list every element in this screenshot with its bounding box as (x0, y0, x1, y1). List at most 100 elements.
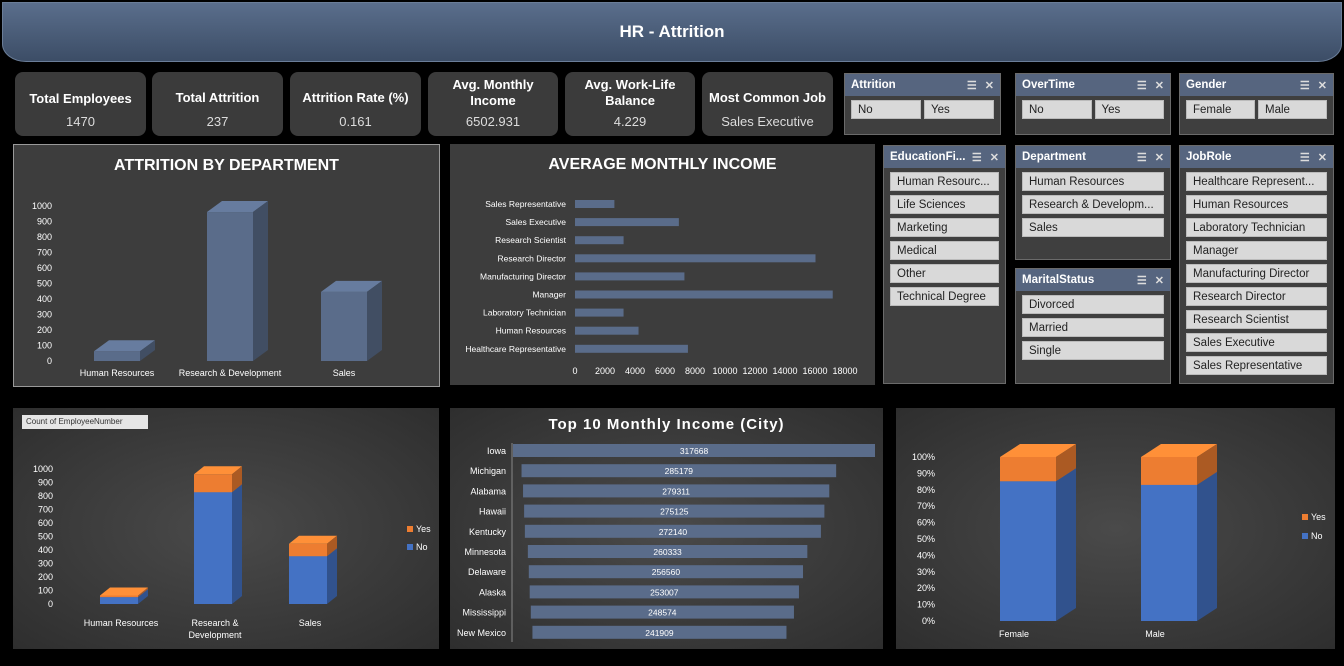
slicer-item-no[interactable]: No (851, 100, 921, 119)
slicer-overtime[interactable]: OverTime ☰ ✕ No Yes (1015, 73, 1171, 135)
slicer-education-field[interactable]: EducationFi... ☰ ✕ Human Resourc... Life S… (883, 145, 1006, 384)
slicer-item[interactable]: Research & Developm... (1022, 195, 1164, 214)
chart-attrition-stacked[interactable]: Count of EmployeeNumber 0 100 200 300 400 500… (13, 408, 439, 649)
kpi-attrition-rate: Attrition Rate (%) 0.161 (290, 72, 421, 136)
multi-select-icon[interactable]: ☰ (967, 79, 977, 92)
clear-filter-icon[interactable]: ✕ (985, 79, 994, 92)
y-tick-label: 800 (38, 491, 53, 501)
kpi-avg-work-life-balance: Avg. Work-Life Balance 4.229 (565, 72, 695, 136)
slicer-item[interactable]: Divorced (1022, 295, 1164, 314)
multi-select-icon[interactable]: ☰ (1300, 151, 1310, 164)
y-tick-label: Research Director (498, 253, 567, 263)
y-tick-label: 40% (917, 550, 935, 560)
slicer-title: Department (1022, 151, 1086, 163)
slicer-attrition[interactable]: Attrition ☰ ✕ No Yes (844, 73, 1001, 135)
slicer-item[interactable]: Technical Degree (890, 287, 999, 306)
bar (575, 272, 685, 281)
kpi-value: 1470 (66, 114, 95, 129)
slicer-item[interactable]: Single (1022, 341, 1164, 360)
slicer-item[interactable]: Sales (1022, 218, 1164, 237)
y-tick-label: 30% (917, 567, 935, 577)
slicer-item[interactable]: Married (1022, 318, 1164, 337)
slicer-item[interactable]: Manager (1186, 241, 1327, 260)
slicer-item[interactable]: Healthcare Represent... (1186, 172, 1327, 191)
chart-gender-attrition[interactable]: 0% 10% 20% 30% 40% 50% 60% 70% 80% 90% 100% Female M… (896, 408, 1335, 649)
multi-select-icon[interactable]: ☰ (1137, 274, 1147, 287)
clear-filter-icon[interactable]: ✕ (1155, 79, 1164, 92)
data-label: 317668 (680, 446, 709, 456)
bar-no-side (1056, 468, 1076, 621)
slicer-item-no[interactable]: No (1022, 100, 1092, 119)
chart-top-10-income-city[interactable]: Top 10 Monthly Income (City) Iowa 317668 M… (450, 408, 883, 649)
y-tick-label: Sales Executive (506, 217, 567, 227)
slicer-item[interactable]: Marketing (890, 218, 999, 237)
bar-no (194, 492, 232, 604)
y-tick-label: Laboratory Technician (483, 308, 566, 318)
slicer-item[interactable]: Sales Executive (1186, 333, 1327, 352)
kpi-total-employees: Total Employees 1470 (15, 72, 146, 136)
slicer-item[interactable]: Life Sciences (890, 195, 999, 214)
y-tick-label: 100 (38, 586, 53, 596)
clear-filter-icon[interactable]: ✕ (1318, 79, 1327, 92)
slicer-item[interactable]: Manufacturing Director (1186, 264, 1327, 283)
multi-select-icon[interactable]: ☰ (1137, 151, 1147, 164)
x-tick-label: 10000 (712, 366, 737, 376)
slicer-item[interactable]: Other (890, 264, 999, 283)
clear-filter-icon[interactable]: ✕ (990, 151, 999, 164)
chart-average-monthly-income[interactable]: AVERAGE MONTHLY INCOME 0 2000 4000 6000 8000… (450, 144, 875, 385)
y-tick-label: 600 (38, 518, 53, 528)
y-tick-label: Michigan (470, 466, 506, 476)
multi-select-icon[interactable]: ☰ (972, 151, 982, 164)
slicer-item[interactable]: Medical (890, 241, 999, 260)
bar (575, 236, 624, 245)
kpi-total-attrition: Total Attrition 237 (152, 72, 283, 136)
x-tick-label: Sales (299, 618, 322, 628)
slicer-item[interactable]: Human Resources (1186, 195, 1327, 214)
slicer-item[interactable]: Research Scientist (1186, 310, 1327, 329)
x-tick-label: Human Resources (80, 368, 155, 378)
bar (575, 308, 624, 317)
bar-no (289, 556, 327, 604)
slicer-job-role[interactable]: JobRole ☰ ✕ Healthcare Represent... Human … (1179, 145, 1334, 384)
kpi-value: 237 (206, 114, 229, 129)
x-tick-label: Research & (191, 618, 238, 628)
data-label: 285179 (665, 466, 694, 476)
y-tick-label: 100% (912, 452, 935, 462)
bar-no-side (232, 484, 242, 604)
slicer-item-yes[interactable]: Yes (924, 100, 994, 119)
clear-filter-icon[interactable]: ✕ (1155, 151, 1164, 164)
slicer-marital-status[interactable]: MaritalStatus ☰ ✕ Divorced Married Single (1015, 268, 1171, 384)
slicer-item[interactable]: Human Resourc... (890, 172, 999, 191)
data-label: 256560 (652, 567, 681, 577)
y-tick-label: 80% (917, 485, 935, 495)
slicer-gender[interactable]: Gender ☰ ✕ Female Male (1179, 73, 1334, 135)
slicer-item-yes[interactable]: Yes (1094, 100, 1164, 119)
clear-filter-icon[interactable]: ✕ (1318, 151, 1327, 164)
slicer-item-female[interactable]: Female (1186, 100, 1255, 119)
y-tick-label: 400 (37, 294, 52, 304)
y-tick-label: Alabama (470, 486, 506, 496)
slicer-item[interactable]: Human Resources (1022, 172, 1164, 191)
y-tick-label: 1000 (33, 464, 53, 474)
multi-select-icon[interactable]: ☰ (1300, 79, 1310, 92)
kpi-label: Attrition Rate (%) (302, 90, 409, 105)
data-label: 275125 (660, 507, 689, 517)
bar (575, 200, 615, 208)
bar-yes (194, 474, 232, 493)
slicer-item-male[interactable]: Male (1258, 100, 1327, 119)
slicer-title: JobRole (1186, 151, 1232, 163)
x-tick-label: 6000 (655, 366, 675, 376)
y-tick-label: Manufacturing Director (480, 271, 566, 281)
slicer-item[interactable]: Laboratory Technician (1186, 218, 1327, 237)
multi-select-icon[interactable]: ☰ (1137, 79, 1147, 92)
slicer-department[interactable]: Department ☰ ✕ Human Resources Research & … (1015, 145, 1171, 260)
chart-attrition-by-department[interactable]: ATTRITION BY DEPARTMENT 0 100 200 300 400 500… (13, 144, 440, 387)
kpi-avg-monthly-income: Avg. Monthly Income 6502.931 (428, 72, 558, 136)
x-tick-label: Sales (333, 368, 356, 378)
clear-filter-icon[interactable]: ✕ (1155, 274, 1164, 287)
bar (575, 344, 688, 353)
slicer-item[interactable]: Research Director (1186, 287, 1327, 306)
bar-no (1141, 484, 1197, 621)
slicer-item[interactable]: Sales Representative (1186, 356, 1327, 375)
x-tick-label: 0 (572, 366, 577, 376)
